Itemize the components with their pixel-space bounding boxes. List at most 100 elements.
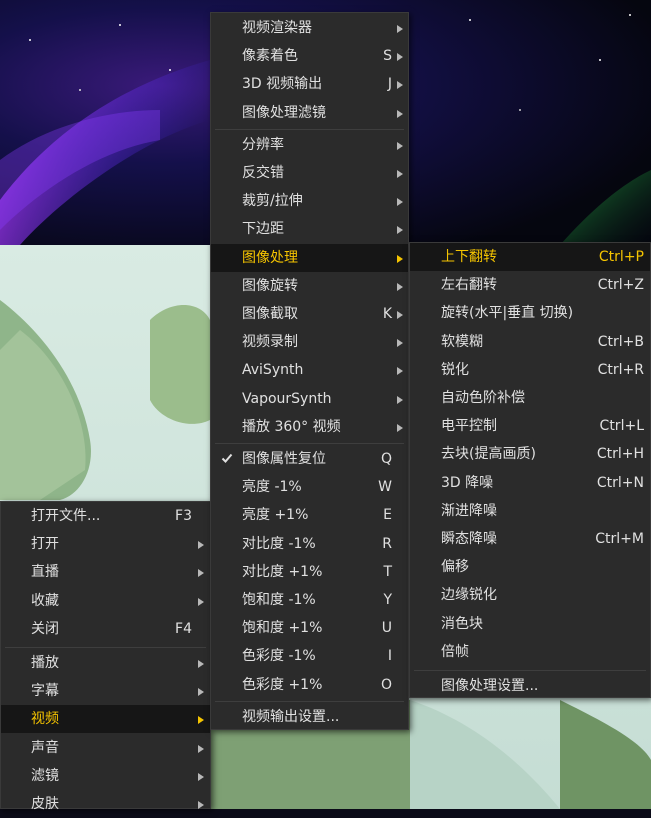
menu_image-item-6[interactable]: 电平控制 Ctrl+L: [410, 412, 650, 440]
menu-item-label: 锐化: [441, 361, 469, 378]
menu-item-label: 去块(提高画质): [441, 446, 536, 463]
menu_image-item-10[interactable]: 瞬态降噪 Ctrl+M: [410, 525, 650, 553]
menu-item-shortcut: Ctrl+P: [598, 249, 644, 265]
submenu-arrow-icon: [198, 772, 204, 781]
submenu-arrow-icon: [397, 282, 403, 291]
submenu-arrow-icon: [198, 801, 204, 809]
menu_video-item-23[interactable]: 色彩度 +1% O: [211, 671, 408, 699]
menu_video-item-18[interactable]: 对比度 -1% R: [211, 530, 408, 558]
menu_video-item-13[interactable]: VapourSynth: [211, 385, 408, 413]
menu_video-item-0[interactable]: 视频渲染器: [211, 14, 408, 42]
menu_video-item-24[interactable]: 视频输出设置...: [211, 703, 408, 731]
menu-item-label: 裁剪/拉伸: [242, 193, 303, 210]
menu_video-item-16[interactable]: 亮度 -1% W: [211, 473, 408, 501]
menu-item-label: 图像截取: [242, 306, 298, 322]
menu_video-item-17[interactable]: 亮度 +1% E: [211, 501, 408, 529]
menu_video-item-3[interactable]: 图像处理滤镜: [211, 99, 408, 127]
menu-item-shortcut: T: [383, 563, 392, 580]
image-processing-submenu: 上下翻转 Ctrl+P 左右翻转 Ctrl+Z 旋转(水平|垂直 切换) 软模糊 Ctrl+…: [409, 242, 651, 698]
submenu-arrow-icon: [198, 569, 204, 578]
menu_main-item-3[interactable]: 收藏: [1, 587, 210, 615]
menu-item-label: 左右翻转: [441, 277, 497, 294]
menu_video-item-4[interactable]: 分辨率: [211, 131, 408, 159]
menu_image-item-2[interactable]: 旋转(水平|垂直 切换): [410, 299, 650, 327]
menu_main-item-6[interactable]: 字幕: [1, 677, 210, 705]
menu-item-shortcut: F4: [175, 620, 192, 637]
menu-item-label: 亮度 +1%: [242, 507, 309, 524]
menu_image-item-7[interactable]: 去块(提高画质) Ctrl+H: [410, 440, 650, 468]
menu_video-item-6[interactable]: 裁剪/拉伸: [211, 187, 408, 215]
menu_image-item-13[interactable]: 消色块: [410, 610, 650, 638]
menu_main-item-9[interactable]: 滤镜: [1, 762, 210, 790]
menu_image-item-1[interactable]: 左右翻转 Ctrl+Z: [410, 271, 650, 299]
menu-item-label: 旋转(水平|垂直 切换): [441, 305, 574, 322]
menu_video-item-21[interactable]: 饱和度 +1% U: [211, 614, 408, 642]
menu-item-label: 图像处理: [242, 249, 298, 266]
menu-item-label: VapourSynth: [242, 390, 332, 407]
menu-item-shortcut: Ctrl+M: [595, 531, 644, 547]
menu_image-item-3[interactable]: 软模糊 Ctrl+B: [410, 328, 650, 356]
menu-item-label: 播放: [31, 655, 59, 671]
submenu-arrow-icon: [397, 81, 403, 90]
menu_image-item-5[interactable]: 自动色阶补偿: [410, 384, 650, 412]
menu_main-item-5[interactable]: 播放: [1, 649, 210, 677]
menu_image-item-11[interactable]: 偏移: [410, 553, 650, 581]
menu_video-item-22[interactable]: 色彩度 -1% I: [211, 642, 408, 670]
menu-item-label: 视频: [31, 711, 59, 728]
menu_image-item-9[interactable]: 渐进降噪: [410, 497, 650, 525]
checkmark-icon: [221, 453, 233, 463]
menu_main-item-2[interactable]: 直播: [1, 558, 210, 586]
menu-item-shortcut: Ctrl+B: [597, 333, 644, 350]
menu_video-item-7[interactable]: 下边距: [211, 215, 408, 243]
menu-item-label: 声音: [31, 739, 59, 756]
menu-item-label: 图像旋转: [242, 277, 298, 294]
menu_video-item-2[interactable]: 3D 视频输出 J: [211, 70, 408, 98]
menu_image-item-4[interactable]: 锐化 Ctrl+R: [410, 356, 650, 384]
menu-item-shortcut: K: [382, 306, 392, 322]
menu_image-item-8[interactable]: 3D 降噪 Ctrl+N: [410, 469, 650, 497]
menu-item-label: 3D 视频输出: [242, 76, 323, 93]
menu-item-label: 图像处理设置...: [441, 678, 539, 694]
menu_video-item-19[interactable]: 对比度 +1% T: [211, 558, 408, 586]
menu-item-label: 收藏: [31, 592, 59, 609]
menu-item-shortcut: E: [383, 507, 392, 524]
menu_main-item-10[interactable]: 皮肤: [1, 790, 210, 818]
menu_main-item-8[interactable]: 声音: [1, 734, 210, 762]
menu_video-item-15[interactable]: 图像属性复位 Q: [211, 445, 408, 473]
menu-item-label: 直播: [31, 564, 59, 581]
menu_main-item-0[interactable]: 打开文件... F3: [1, 502, 210, 530]
menu_video-item-11[interactable]: 视频录制: [211, 328, 408, 356]
menu-item-label: 饱和度 +1%: [242, 620, 323, 637]
menu_image-item-15[interactable]: 图像处理设置...: [410, 672, 650, 700]
menu-item-shortcut: O: [380, 676, 392, 693]
menu_main-item-1[interactable]: 打开: [1, 530, 210, 558]
menu_video-item-10[interactable]: 图像截取 K: [211, 300, 408, 328]
submenu-arrow-icon: [198, 716, 204, 725]
submenu-arrow-icon: [397, 198, 403, 207]
menu-item-label: 对比度 +1%: [242, 563, 323, 580]
menu_main-item-4[interactable]: 关闭 F4: [1, 615, 210, 643]
menu-item-label: 软模糊: [441, 333, 483, 350]
submenu-arrow-icon: [397, 254, 403, 263]
menu-item-label: 视频输出设置...: [242, 708, 340, 725]
menu_image-item-0[interactable]: 上下翻转 Ctrl+P: [410, 243, 650, 271]
menu_main-item-7[interactable]: 视频: [1, 705, 210, 734]
menu-item-label: 3D 降噪: [441, 474, 494, 491]
menu_video-item-14[interactable]: 播放 360° 视频: [211, 413, 408, 441]
menu-item-shortcut: Ctrl+R: [597, 361, 644, 378]
submenu-arrow-icon: [198, 744, 204, 753]
menu_image-item-12[interactable]: 边缘锐化: [410, 581, 650, 609]
menu_video-item-8[interactable]: 图像处理: [211, 243, 408, 272]
menu_image-item-14[interactable]: 倍帧: [410, 638, 650, 666]
menu_video-item-5[interactable]: 反交错: [211, 159, 408, 187]
menu_video-item-20[interactable]: 饱和度 -1% Y: [211, 586, 408, 614]
menu-item-shortcut: J: [387, 76, 392, 93]
submenu-arrow-icon: [397, 53, 403, 62]
submenu-arrow-icon: [397, 109, 403, 118]
menu-separator: [215, 128, 404, 130]
menu_video-item-1[interactable]: 像素着色 S: [211, 42, 408, 70]
menu_video-item-12[interactable]: AviSynth: [211, 356, 408, 384]
menu_video-item-9[interactable]: 图像旋转: [211, 272, 408, 300]
menu-item-shortcut: Y: [383, 592, 392, 608]
menu-item-label: 打开: [31, 536, 59, 553]
